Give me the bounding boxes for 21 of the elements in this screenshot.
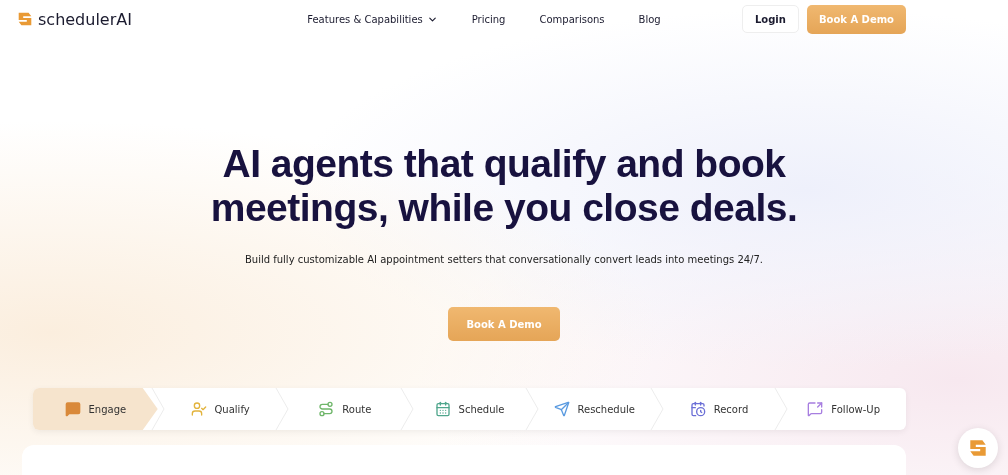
nav-link[interactable]: Features & Capabilities bbox=[307, 13, 438, 25]
hero-subtitle: Build fully customizable AI appointment setters that conversationally convert leads into meetings 24/7. bbox=[244, 254, 764, 265]
step-tab[interactable]: Route bbox=[282, 388, 408, 430]
chevron-divider-icon bbox=[150, 388, 165, 430]
chevron-divider-icon bbox=[774, 388, 789, 430]
brand-name: schedulerAI bbox=[38, 9, 132, 29]
step-tab[interactable]: Reschedule bbox=[531, 388, 657, 430]
login-button[interactable]: Login bbox=[741, 5, 799, 33]
step-tab[interactable]: Qualify bbox=[157, 388, 283, 430]
step-tab[interactable]: Record bbox=[656, 388, 782, 430]
hero-title: AI agents that qualify and book meetings, while you close deals. bbox=[209, 142, 799, 230]
chat-launcher-button[interactable] bbox=[958, 428, 998, 468]
step-tab[interactable]: Schedule bbox=[407, 388, 532, 430]
nav-link[interactable]: Blog bbox=[638, 13, 661, 25]
step-tab[interactable]: Engage bbox=[33, 388, 158, 430]
chevron-divider-icon bbox=[275, 388, 290, 430]
nav-link[interactable]: Pricing bbox=[471, 13, 506, 25]
nav-link[interactable]: Comparisons bbox=[539, 13, 605, 25]
step-tab[interactable]: Follow-Up bbox=[781, 388, 906, 430]
logo-icon bbox=[967, 437, 989, 459]
brand-logo-icon bbox=[16, 10, 34, 28]
